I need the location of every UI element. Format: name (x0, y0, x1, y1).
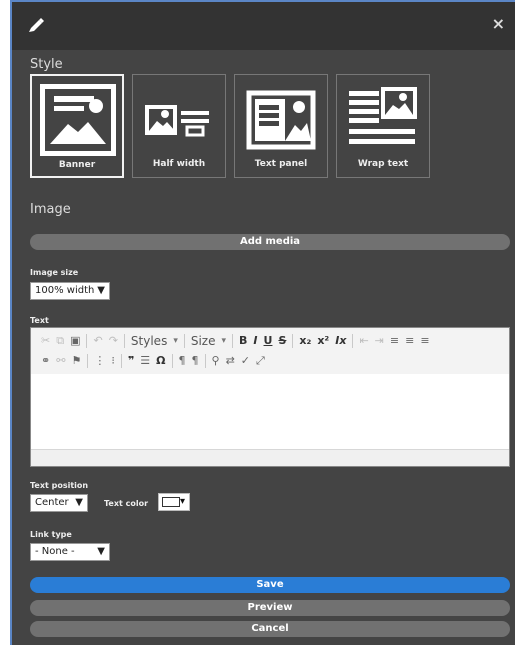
underline-icon[interactable]: U (264, 332, 273, 350)
link-type-label: Link type (30, 530, 72, 539)
text-position-select[interactable]: Center ▼ (30, 494, 88, 512)
save-button[interactable]: Save (30, 577, 510, 593)
chevron-down-icon: ▼ (97, 546, 105, 557)
style-option-label: Half width (152, 159, 206, 169)
editor-content-area[interactable] (31, 374, 509, 450)
chevron-down-icon: ▾ (173, 336, 178, 346)
toolbar-separator (87, 354, 89, 368)
numbered-list-icon[interactable]: ⋮ (94, 352, 105, 370)
unlink-icon[interactable]: ⚯ (56, 352, 65, 370)
text-panel-style-icon (246, 90, 316, 150)
maximize-icon[interactable]: ⤢ (256, 352, 265, 370)
align-right-icon[interactable]: ≡ (420, 332, 429, 350)
bulleted-list-icon[interactable]: ⁝ (111, 352, 115, 370)
image-size-value: 100% width (35, 285, 95, 296)
toolbar-separator (123, 334, 125, 348)
horizontal-rule-icon[interactable]: ☰ (140, 352, 150, 370)
outdent-icon[interactable]: ⇤ (359, 332, 368, 350)
size-dropdown[interactable]: Size (191, 332, 216, 350)
copy-icon[interactable]: ⧉ (56, 332, 64, 350)
undo-icon[interactable]: ↶ (93, 332, 102, 350)
style-option-label: Wrap text (357, 159, 409, 169)
text-color-picker[interactable]: ▾ (158, 493, 190, 511)
indent-icon[interactable]: ⇥ (375, 332, 384, 350)
toolbar-separator (183, 334, 185, 348)
toolbar-separator (232, 334, 234, 348)
italic-icon[interactable]: I (253, 332, 257, 350)
ltr-icon[interactable]: ¶ (179, 352, 186, 370)
spellcheck-icon[interactable]: ✓ (241, 352, 250, 370)
toolbar-separator (171, 354, 173, 368)
find-icon[interactable]: ⚲ (212, 352, 220, 370)
editor-toolbar: ✂ ⧉ ▣ ↶ ↷ Styles ▾ Size ▾ B I U S x₂ x² (31, 328, 509, 375)
toolbar-row-2: ⚭ ⚯ ⚑ ⋮ ⁝ ❞ ☰ Ω ¶ ¶ ⚲ ⇄ ✓ ⤢ (41, 352, 265, 370)
edit-dialog: × Style Banner Half width Text panel Wra… (10, 0, 515, 645)
preview-button[interactable]: Preview (30, 600, 510, 616)
banner-style-icon (40, 84, 116, 156)
strikethrough-icon[interactable]: S (278, 332, 286, 350)
dialog-titlebar: × (12, 2, 515, 50)
style-option-banner[interactable]: Banner (30, 74, 124, 178)
toolbar-separator (120, 354, 122, 368)
half-width-style-icon (145, 105, 209, 137)
pencil-icon (26, 16, 46, 36)
link-icon[interactable]: ⚭ (41, 352, 50, 370)
cancel-button[interactable]: Cancel (30, 621, 510, 637)
subscript-icon[interactable]: x₂ (299, 332, 311, 350)
chevron-down-icon: ▾ (179, 496, 185, 507)
style-option-label: Banner (58, 160, 96, 170)
image-size-select[interactable]: 100% width ▼ (30, 282, 110, 300)
rich-text-editor[interactable]: ✂ ⧉ ▣ ↶ ↷ Styles ▾ Size ▾ B I U S x₂ x² (30, 327, 510, 467)
bold-icon[interactable]: B (239, 332, 247, 350)
style-option-text-panel[interactable]: Text panel (234, 74, 328, 178)
toolbar-separator (204, 354, 206, 368)
text-label: Text (30, 316, 49, 325)
toolbar-row-1: ✂ ⧉ ▣ ↶ ↷ Styles ▾ Size ▾ B I U S x₂ x² (41, 332, 430, 350)
text-position-label: Text position (30, 481, 89, 490)
wrap-text-style-icon (349, 87, 417, 144)
style-option-wrap-text[interactable]: Wrap text (336, 74, 430, 178)
image-size-label: Image size (30, 268, 79, 277)
style-option-half-width[interactable]: Half width (132, 74, 226, 178)
paste-icon[interactable]: ▣ (70, 332, 80, 350)
toolbar-separator (86, 334, 88, 348)
link-type-select[interactable]: - None - ▼ (30, 543, 110, 561)
replace-icon[interactable]: ⇄ (226, 352, 235, 370)
styles-dropdown[interactable]: Styles (131, 332, 167, 350)
cut-icon[interactable]: ✂ (41, 332, 50, 350)
chevron-down-icon: ▼ (97, 285, 105, 296)
redo-icon[interactable]: ↷ (109, 332, 118, 350)
toolbar-separator (292, 334, 294, 348)
text-position-value: Center (35, 497, 69, 508)
style-option-label: Text panel (254, 159, 308, 169)
color-swatch (162, 497, 180, 507)
text-color-label: Text color (104, 499, 149, 508)
blockquote-icon[interactable]: ❞ (128, 352, 134, 370)
image-section-title: Image (30, 202, 71, 217)
superscript-icon[interactable]: x² (317, 332, 329, 350)
style-section-title: Style (30, 57, 63, 72)
align-center-icon[interactable]: ≡ (405, 332, 414, 350)
add-media-button[interactable]: Add media (30, 234, 510, 250)
editor-status-bar (31, 449, 509, 466)
anchor-flag-icon[interactable]: ⚑ (71, 352, 81, 370)
close-icon[interactable]: × (492, 14, 505, 34)
align-left-icon[interactable]: ≡ (390, 332, 399, 350)
rtl-icon[interactable]: ¶ (192, 352, 199, 370)
link-type-value: - None - (35, 546, 75, 557)
special-character-icon[interactable]: Ω (156, 352, 165, 370)
remove-format-icon[interactable]: Ix (335, 332, 346, 350)
toolbar-separator (352, 334, 354, 348)
chevron-down-icon: ▼ (75, 497, 83, 508)
chevron-down-icon: ▾ (221, 336, 227, 346)
